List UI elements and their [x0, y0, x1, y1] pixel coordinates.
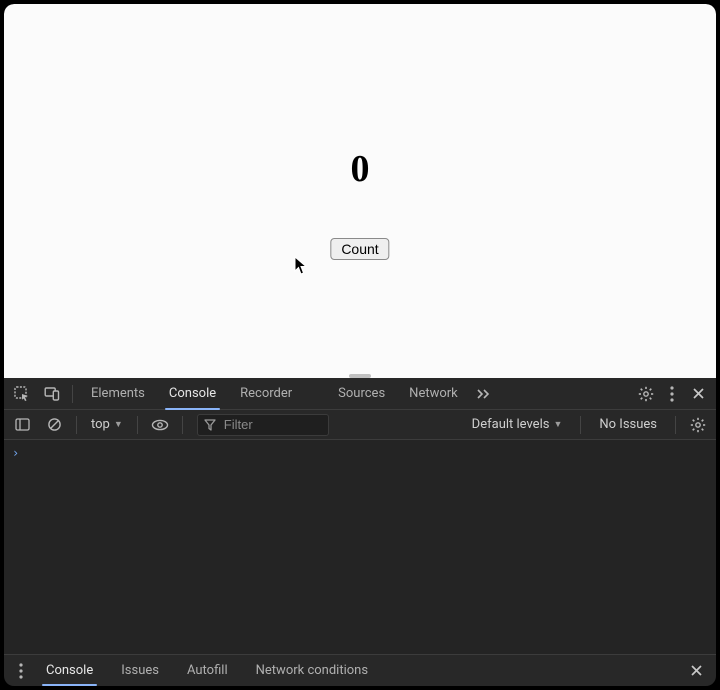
settings-gear-icon[interactable]	[632, 380, 660, 408]
close-devtools-icon[interactable]	[684, 380, 712, 408]
chevron-down-icon: ▼	[114, 419, 123, 430]
tab-network[interactable]: Network	[397, 378, 470, 409]
drawer-kebab-icon[interactable]	[10, 657, 32, 685]
drawer-tab-network-conditions[interactable]: Network conditions	[242, 655, 382, 686]
count-button[interactable]: Count	[330, 238, 389, 260]
devtools-tabstrip: Elements Console Recorder Sources Networ…	[4, 378, 716, 410]
devtools-drawer: Console Issues Autofill Network conditio…	[4, 654, 716, 686]
filter-field[interactable]	[197, 414, 329, 436]
more-tabs-icon[interactable]	[472, 380, 496, 408]
tab-elements[interactable]: Elements	[79, 378, 157, 409]
tab-sources[interactable]: Sources	[326, 378, 397, 409]
drawer-tab-console[interactable]: Console	[32, 655, 107, 686]
console-output[interactable]: ›	[4, 440, 716, 654]
execution-context-selector[interactable]: top ▼	[87, 417, 127, 432]
toggle-sidebar-icon[interactable]	[10, 413, 34, 437]
devtools-panel: Elements Console Recorder Sources Networ…	[4, 378, 716, 686]
levels-label: Default levels	[472, 417, 550, 432]
page-viewport: 0 Count	[4, 4, 716, 378]
device-toolbar-icon[interactable]	[38, 380, 66, 408]
console-prompt-icon: ›	[12, 446, 19, 460]
drawer-tab-autofill[interactable]: Autofill	[173, 655, 242, 686]
drawer-tab-issues[interactable]: Issues	[107, 655, 173, 686]
close-drawer-icon[interactable]	[682, 657, 710, 685]
tab-recorder[interactable]: Recorder	[228, 378, 304, 409]
kebab-menu-icon[interactable]	[662, 380, 682, 408]
log-levels-selector[interactable]: Default levels ▼	[464, 417, 571, 432]
filter-icon	[204, 419, 216, 431]
console-settings-gear-icon[interactable]	[686, 413, 710, 437]
inspect-element-icon[interactable]	[8, 380, 36, 408]
mouse-cursor-icon	[294, 256, 308, 276]
chevron-down-icon: ▼	[553, 419, 562, 430]
live-expression-icon[interactable]	[148, 413, 172, 437]
tab-console[interactable]: Console	[157, 378, 228, 409]
filter-input[interactable]	[222, 416, 322, 433]
counter-value: 0	[351, 147, 370, 191]
console-toolbar: top ▼ Default levels ▼ No Issues	[4, 410, 716, 440]
issues-counter[interactable]: No Issues	[591, 417, 665, 432]
clear-console-icon[interactable]	[42, 413, 66, 437]
context-label: top	[91, 417, 110, 432]
